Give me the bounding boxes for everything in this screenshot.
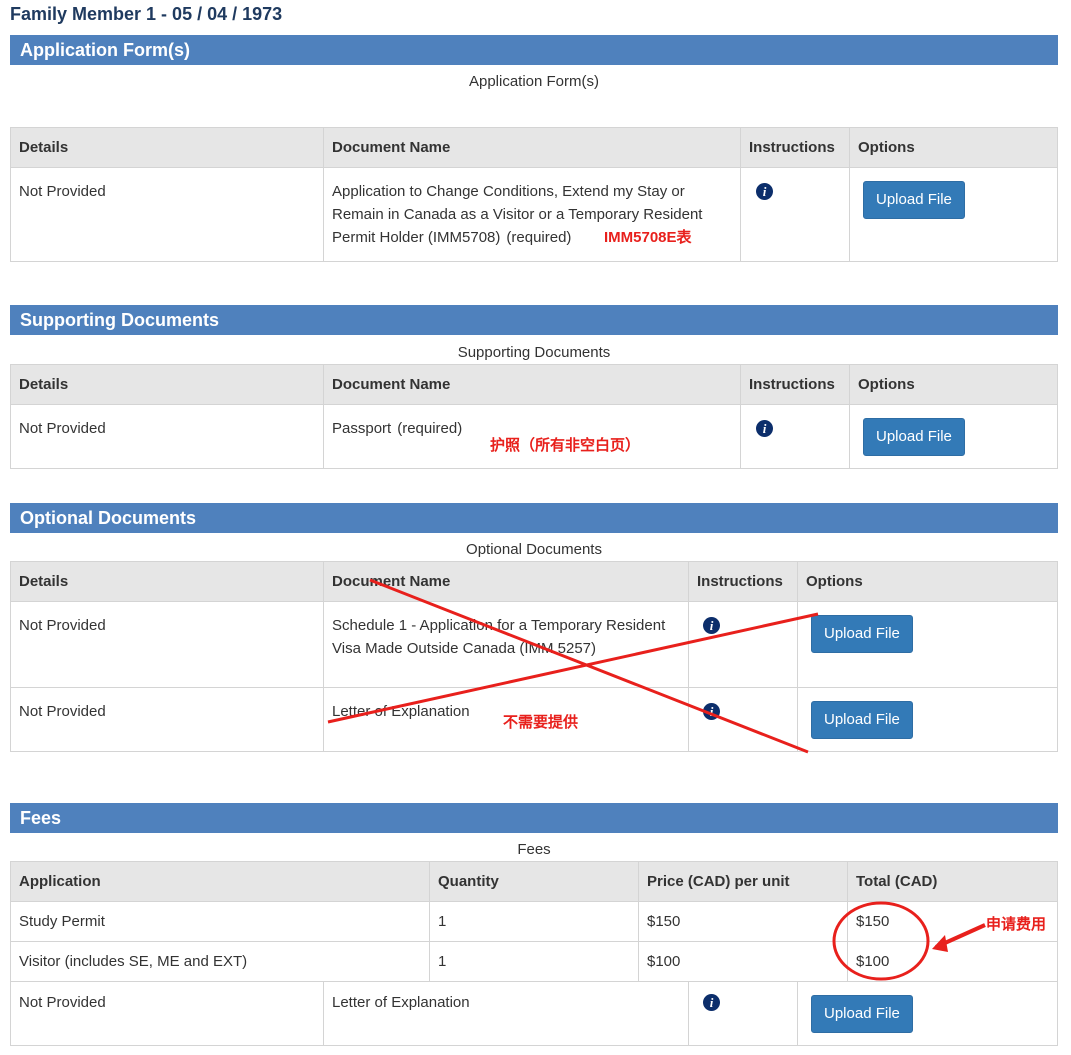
annotation-passport: 护照（所有非空白页）: [490, 437, 641, 454]
arrow-head-icon: [932, 935, 948, 952]
annotation-overlay: [327, 578, 986, 981]
annotation-fees: 申请费用: [986, 916, 1047, 933]
cross-out-line: [327, 612, 819, 724]
annotation-not-needed: 不需要提供: [503, 714, 579, 731]
annotation-imm5708: IMM5708E表: [604, 229, 692, 246]
highlight-circle: [832, 901, 930, 981]
